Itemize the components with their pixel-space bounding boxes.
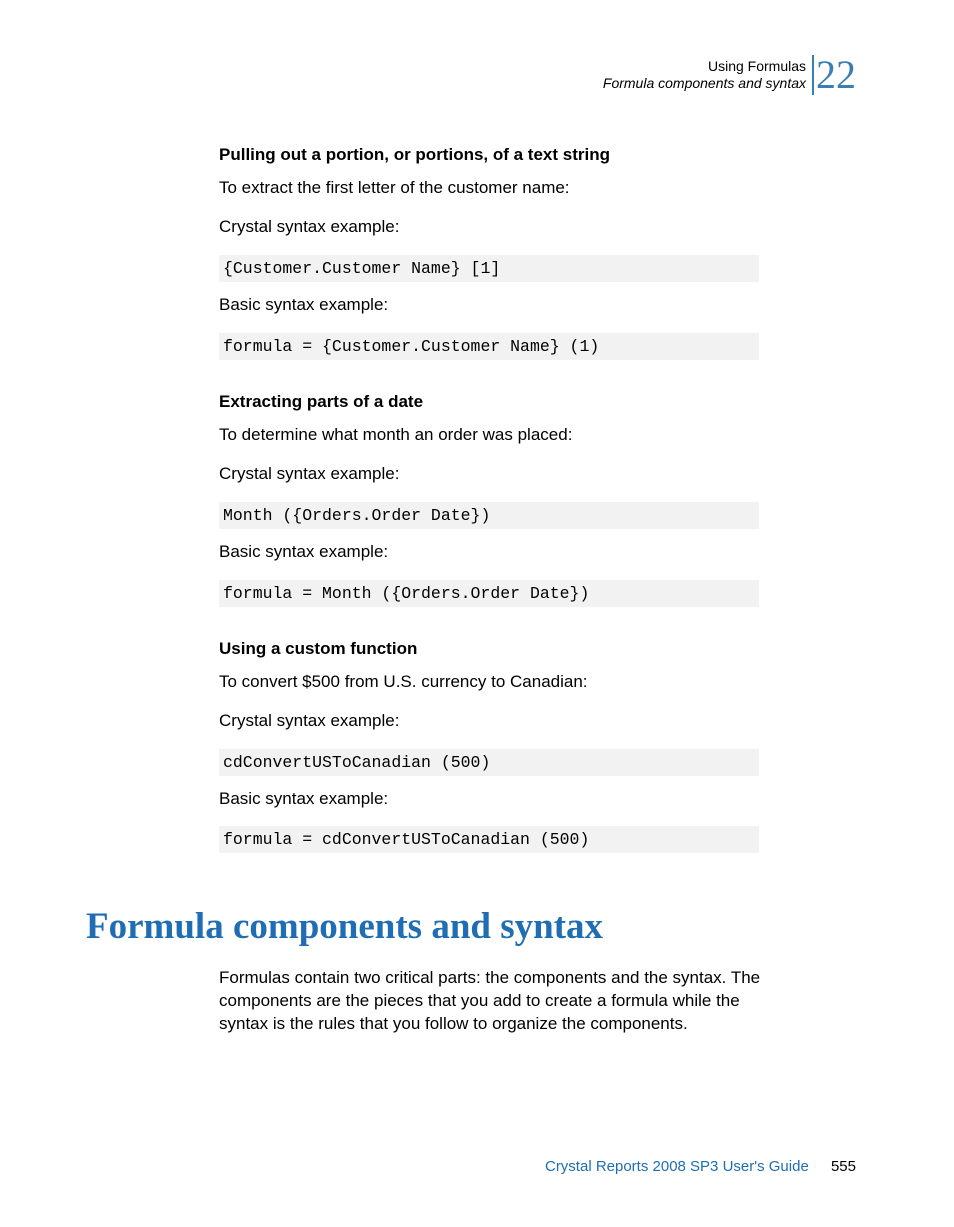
footer-page-number: 555 <box>831 1158 856 1175</box>
section-date: Extracting parts of a date To determine … <box>219 392 779 607</box>
page-footer: Crystal Reports 2008 SP3 User's Guide 55… <box>545 1158 856 1175</box>
main-body-text: Formulas contain two critical parts: the… <box>219 967 779 1036</box>
page: Using Formulas Formula components and sy… <box>0 0 954 1227</box>
intro-text: To extract the first letter of the custo… <box>219 177 779 200</box>
crystal-label: Crystal syntax example: <box>219 463 779 486</box>
section-gap <box>219 372 779 392</box>
header-chapter-title: Using Formulas <box>603 58 806 76</box>
basic-code-block: formula = {Customer.Customer Name} (1) <box>219 333 759 360</box>
main-body-block: Formulas contain two critical parts: the… <box>219 967 779 1052</box>
crystal-label: Crystal syntax example: <box>219 710 779 733</box>
chapter-badge-bar <box>812 55 814 95</box>
crystal-label: Crystal syntax example: <box>219 216 779 239</box>
crystal-code-block: cdConvertUSToCanadian (500) <box>219 749 759 776</box>
subheading: Pulling out a portion, or portions, of a… <box>219 145 779 165</box>
content-column: Pulling out a portion, or portions, of a… <box>219 145 779 865</box>
intro-text: To determine what month an order was pla… <box>219 424 779 447</box>
section-gap <box>219 619 779 639</box>
header-text-block: Using Formulas Formula components and sy… <box>603 58 806 93</box>
header-section-title: Formula components and syntax <box>603 75 806 93</box>
basic-code-block: formula = Month ({Orders.Order Date}) <box>219 580 759 607</box>
section-custom-function: Using a custom function To convert $500 … <box>219 639 779 854</box>
main-heading: Formula components and syntax <box>86 905 603 948</box>
basic-label: Basic syntax example: <box>219 294 779 317</box>
chapter-number: 22 <box>816 55 856 95</box>
footer-guide-title: Crystal Reports 2008 SP3 User's Guide <box>545 1158 809 1175</box>
subheading: Using a custom function <box>219 639 779 659</box>
chapter-badge: 22 <box>812 55 856 95</box>
basic-label: Basic syntax example: <box>219 788 779 811</box>
basic-code-block: formula = cdConvertUSToCanadian (500) <box>219 826 759 853</box>
subheading: Extracting parts of a date <box>219 392 779 412</box>
page-header: Using Formulas Formula components and sy… <box>603 55 856 95</box>
section-text-string: Pulling out a portion, or portions, of a… <box>219 145 779 360</box>
intro-text: To convert $500 from U.S. currency to Ca… <box>219 671 779 694</box>
crystal-code-block: Month ({Orders.Order Date}) <box>219 502 759 529</box>
basic-label: Basic syntax example: <box>219 541 779 564</box>
crystal-code-block: {Customer.Customer Name} [1] <box>219 255 759 282</box>
